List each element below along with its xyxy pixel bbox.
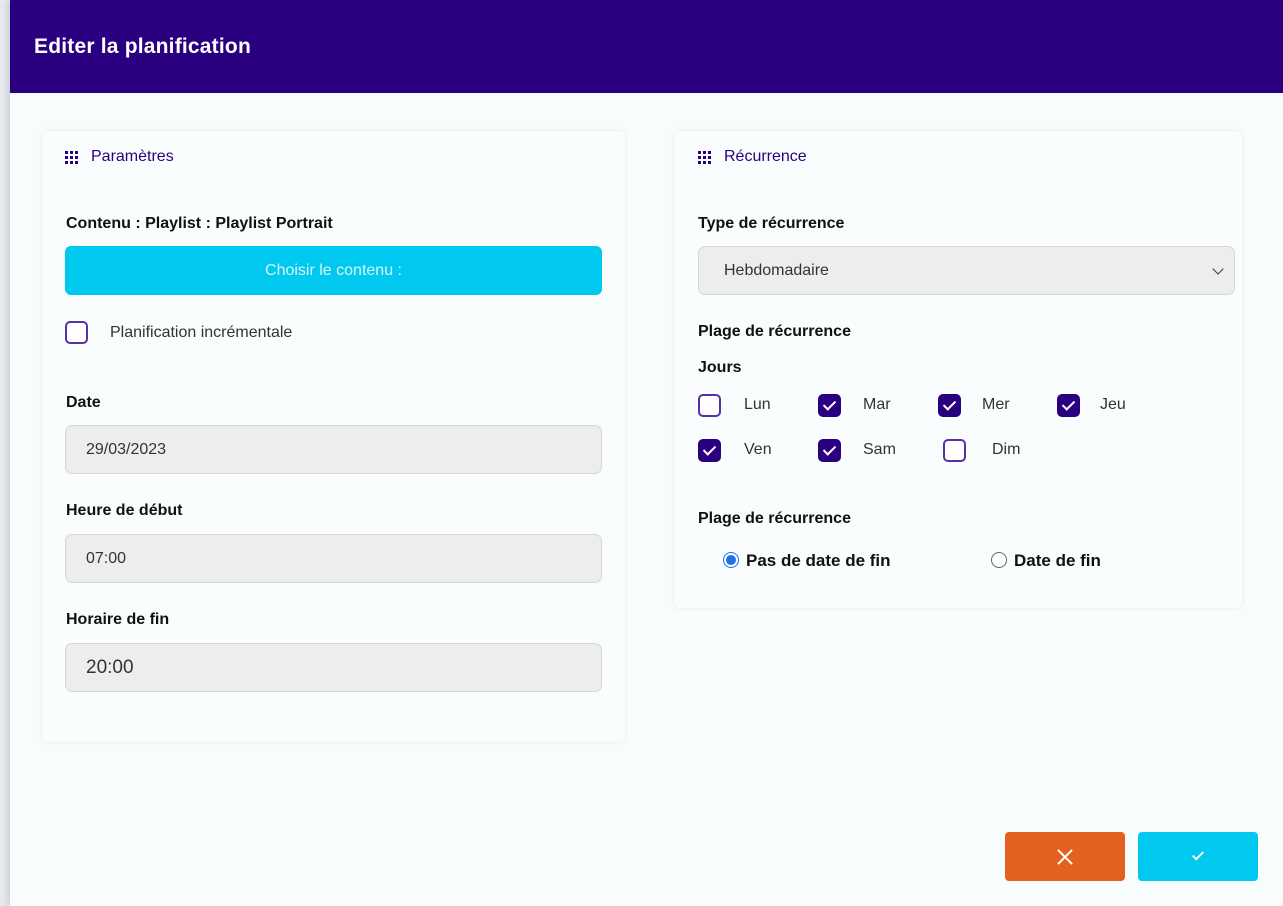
day-checkbox-ven[interactable] — [698, 439, 721, 462]
no-end-date-label: Pas de date de fin — [746, 551, 891, 570]
confirm-button[interactable] — [1138, 832, 1258, 881]
choose-content-button[interactable]: Choisir le contenu : — [65, 246, 602, 295]
grid-icon — [65, 150, 78, 164]
end-date-label: Date de fin — [1014, 551, 1101, 570]
day-checkbox-mar[interactable] — [818, 394, 841, 417]
day-label-dim: Dim — [992, 441, 1021, 458]
end-time-label: Horaire de fin — [66, 611, 170, 628]
day-label-mer: Mer — [982, 396, 1010, 413]
start-time-field[interactable]: 07:00 — [65, 534, 602, 583]
day-label-lun: Lun — [744, 396, 771, 413]
modal-header: Editer la planification — [10, 0, 1283, 93]
close-icon — [1056, 848, 1074, 866]
no-end-date-radio[interactable] — [723, 552, 739, 568]
day-checkbox-mer[interactable] — [938, 394, 961, 417]
incremental-label: Planification incrémentale — [110, 324, 293, 341]
day-checkbox-lun[interactable] — [698, 394, 721, 417]
recurrence-type-label: Type de récurrence — [698, 215, 845, 232]
recurrence-range-label-2: Plage de récurrence — [698, 510, 851, 527]
cancel-button[interactable] — [1005, 832, 1125, 881]
grid-icon — [698, 150, 711, 164]
recurrence-title: Récurrence — [724, 148, 807, 165]
chevron-down-icon — [1212, 263, 1224, 275]
day-checkbox-dim[interactable] — [943, 439, 966, 462]
end-date-radio[interactable] — [991, 552, 1007, 568]
parameters-title: Paramètres — [91, 148, 174, 165]
day-checkbox-sam[interactable] — [818, 439, 841, 462]
recurrence-type-select[interactable]: Hebdomadaire — [698, 246, 1235, 295]
recurrence-section-title: Récurrence — [698, 148, 807, 166]
recurrence-card: Récurrence Type de récurrence Hebdomadai… — [674, 131, 1242, 608]
day-label-jeu: Jeu — [1100, 396, 1126, 413]
check-icon — [1191, 848, 1205, 861]
content-label: Contenu : Playlist : Playlist Portrait — [66, 215, 333, 232]
day-label-mar: Mar — [863, 396, 891, 413]
date-label: Date — [66, 394, 101, 411]
day-label-ven: Ven — [744, 441, 772, 458]
parameters-section-title: Paramètres — [65, 148, 174, 166]
date-field[interactable]: 29/03/2023 — [65, 425, 602, 474]
days-label: Jours — [698, 359, 742, 376]
day-checkbox-jeu[interactable] — [1057, 394, 1080, 417]
recurrence-type-value: Hebdomadaire — [724, 261, 829, 279]
recurrence-range-label: Plage de récurrence — [698, 323, 851, 340]
start-time-label: Heure de début — [66, 502, 183, 519]
modal-title: Editer la planification — [34, 34, 251, 58]
incremental-checkbox[interactable] — [65, 321, 88, 344]
day-label-sam: Sam — [863, 441, 896, 458]
edit-schedule-modal: Editer la planification Paramètres Conte… — [10, 0, 1283, 906]
end-time-field[interactable]: 20:00 — [65, 643, 602, 692]
parameters-card: Paramètres Contenu : Playlist : Playlist… — [42, 131, 625, 742]
